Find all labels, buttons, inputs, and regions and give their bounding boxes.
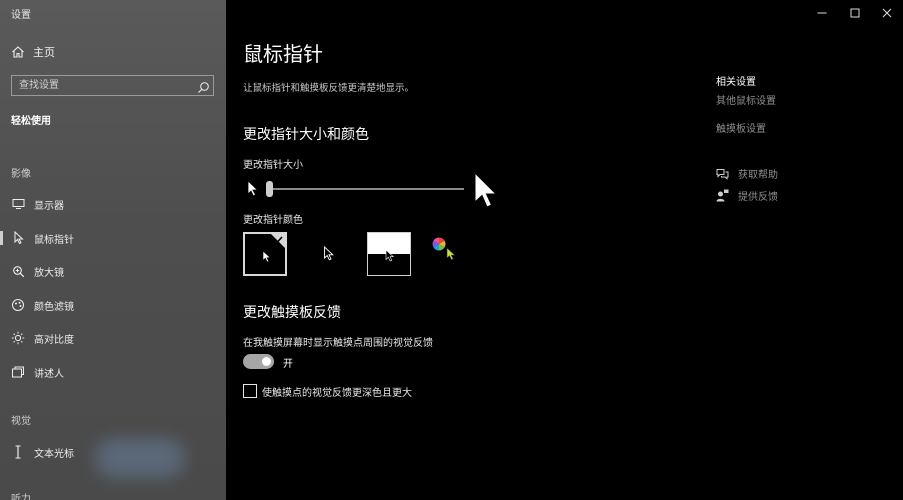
- page-title: 鼠标指针: [243, 42, 323, 66]
- sidebar-item-high-contrast[interactable]: 高对比度: [11, 330, 74, 346]
- maximize-icon: [850, 3, 860, 22]
- toggle-knob: [262, 357, 271, 366]
- pointer-size-label: 更改指针大小: [243, 160, 303, 171]
- section-heading-touch: 更改触摸板反馈: [243, 305, 341, 321]
- pointer-color-custom[interactable]: [430, 236, 458, 264]
- sidebar-item-color-filter[interactable]: 颜色滤镜: [11, 297, 74, 313]
- give-feedback-label: 提供反馈: [738, 192, 778, 203]
- search-input[interactable]: [11, 75, 214, 96]
- magnifier-icon: [11, 264, 25, 278]
- monitor-icon: [11, 197, 25, 211]
- background-blur: [95, 438, 185, 478]
- page-description: 让鼠标指针和触摸板反馈更清楚地显示。: [243, 83, 415, 94]
- color-wheel-icon: [432, 236, 446, 255]
- pointer-preview-icon: [385, 248, 395, 267]
- narrator-icon: [11, 365, 25, 379]
- get-help-label: 获取帮助: [738, 170, 778, 181]
- sidebar-item-label: 颜色滤镜: [34, 301, 74, 313]
- group-label-interaction: 听力: [11, 494, 31, 500]
- feedback-person-icon: [716, 189, 729, 202]
- sidebar-item-label: 显示器: [34, 200, 64, 212]
- close-button[interactable]: [870, 0, 903, 24]
- sidebar-item-mouse-pointer[interactable]: 鼠标指针: [0, 230, 74, 246]
- close-icon: [882, 3, 892, 22]
- sidebar-item-label: 高对比度: [34, 334, 74, 346]
- color-filter-icon: [11, 298, 25, 312]
- mouse-pointer-icon: [11, 231, 25, 245]
- sidebar-item-label: 放大镜: [34, 267, 64, 279]
- small-pointer-icon: [246, 180, 260, 202]
- sidebar-item-label: 主页: [33, 46, 55, 59]
- sidebar-item-label: 鼠标指针: [34, 234, 74, 246]
- slider-thumb[interactable]: [266, 181, 273, 197]
- get-help-link[interactable]: 获取帮助: [716, 166, 778, 181]
- minimize-icon: [817, 3, 827, 22]
- sidebar-item-display[interactable]: 显示器: [11, 196, 64, 212]
- search-icon[interactable]: [197, 79, 210, 94]
- link-touchpad-settings[interactable]: 触摸板设置: [716, 120, 766, 135]
- large-pointer-icon: [472, 171, 498, 214]
- touch-feedback-label: 在我触摸屏幕时显示触摸点周围的视觉反馈: [243, 338, 433, 349]
- slider-track[interactable]: [269, 188, 464, 190]
- sidebar-item-magnifier[interactable]: 放大镜: [11, 263, 64, 279]
- sidebar-item-text-cursor[interactable]: 文本光标: [11, 444, 74, 460]
- maximize-button[interactable]: [838, 0, 871, 24]
- home-icon: [11, 45, 25, 59]
- darker-feedback-label[interactable]: 使触摸点的视觉反馈更深色且更大: [262, 384, 412, 399]
- group-label-hearing: 视觉: [11, 416, 31, 427]
- sidebar-item-narrator[interactable]: 讲述人: [11, 364, 64, 380]
- pointer-color-black[interactable]: [323, 245, 335, 266]
- minimize-button[interactable]: [805, 0, 838, 24]
- pointer-color-label: 更改指针颜色: [243, 215, 303, 226]
- pointer-color-inverted[interactable]: [367, 232, 411, 276]
- link-other-mouse-settings[interactable]: 其他鼠标设置: [716, 92, 776, 107]
- sidebar-item-label: 文本光标: [34, 448, 74, 460]
- custom-pointer-icon: [446, 247, 457, 266]
- pointer-preview-icon: [262, 249, 272, 268]
- pointer-color-white[interactable]: [243, 232, 287, 276]
- section-heading-size-color: 更改指针大小和颜色: [243, 127, 369, 143]
- toggle-state-label: 开: [283, 359, 293, 370]
- app-title: 设置: [11, 10, 31, 21]
- sidebar-item-label: 讲述人: [34, 368, 64, 380]
- help-chat-icon: [716, 168, 729, 180]
- touch-feedback-toggle[interactable]: [243, 354, 274, 369]
- high-contrast-icon: [11, 331, 25, 345]
- sidebar: 设置 主页 轻松使用 影像 显示器 鼠标指针 放大镜 颜色滤镜: [0, 0, 226, 500]
- give-feedback-link[interactable]: 提供反馈: [716, 188, 778, 203]
- section-title: 轻松使用: [11, 116, 51, 127]
- text-cursor-icon: [11, 445, 25, 459]
- related-settings-title: 相关设置: [716, 77, 756, 88]
- sidebar-item-home[interactable]: 主页: [11, 44, 55, 60]
- darker-feedback-checkbox[interactable]: [243, 384, 257, 398]
- checkmark-icon: [271, 234, 285, 248]
- group-label-vision: 影像: [11, 169, 31, 180]
